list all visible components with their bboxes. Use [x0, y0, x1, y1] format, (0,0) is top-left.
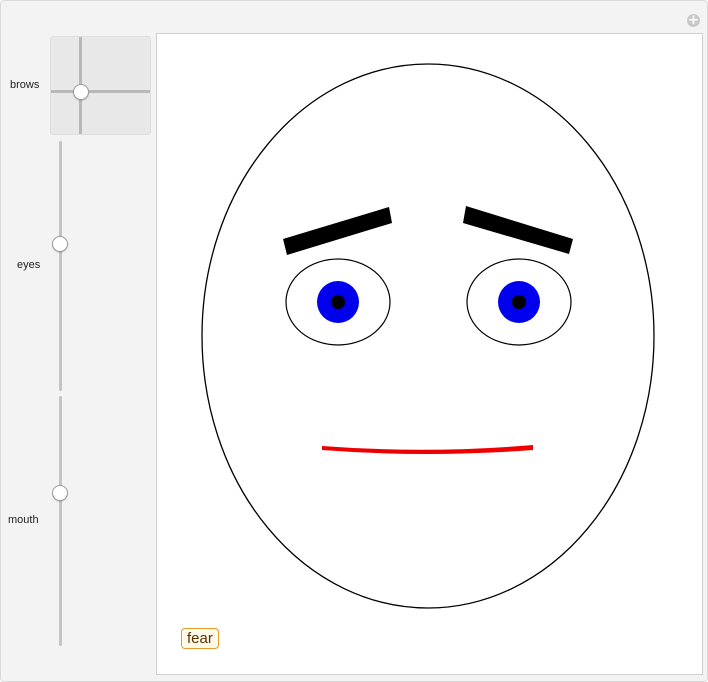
manipulate-panel: + brows eyes mouth fear	[0, 0, 708, 682]
mouth-label: mouth	[8, 514, 39, 526]
brows-2d-slider[interactable]	[50, 36, 151, 135]
face-outline	[201, 63, 655, 609]
emotion-label: fear	[181, 628, 219, 649]
eyes-slider-track[interactable]	[59, 141, 62, 391]
face-canvas: fear	[156, 33, 703, 675]
right-pupil	[512, 295, 526, 309]
eyes-label: eyes	[17, 259, 41, 271]
brows-label: brows	[10, 79, 40, 91]
left-pupil	[331, 295, 345, 309]
brows-slider-h-axis	[51, 90, 150, 93]
right-eyebrow	[463, 206, 573, 254]
mouth-slider-track[interactable]	[59, 396, 62, 646]
brows-slider-thumb[interactable]	[73, 84, 89, 100]
eyes-slider-thumb[interactable]	[52, 236, 68, 252]
face-drawing	[201, 63, 655, 609]
plus-icon[interactable]: +	[687, 14, 700, 27]
left-eyebrow	[283, 207, 392, 255]
mouth-slider-thumb[interactable]	[52, 485, 68, 501]
mouth	[322, 445, 533, 454]
